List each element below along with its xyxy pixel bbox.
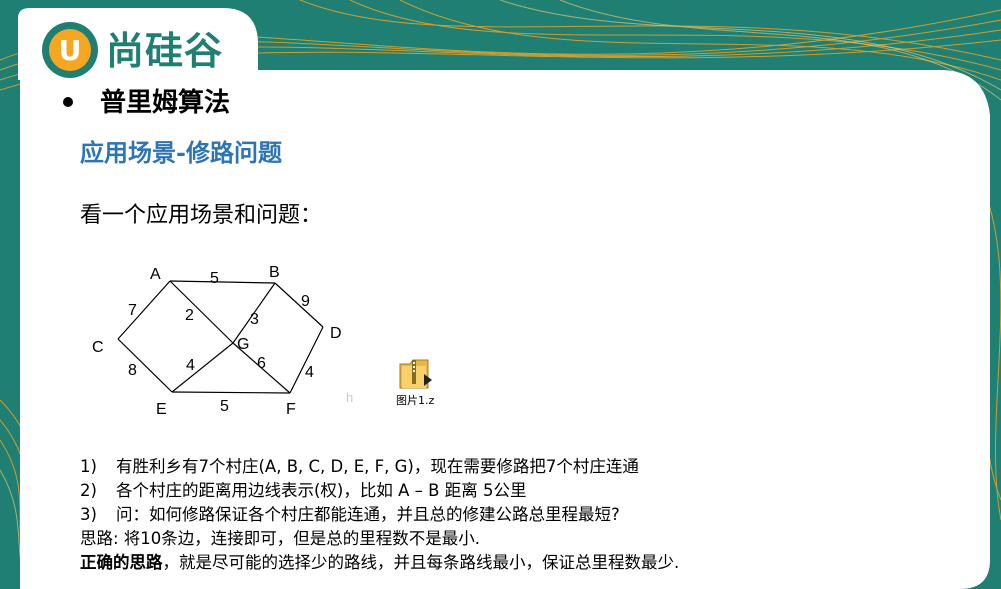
folder-zip-icon[interactable] [398,356,434,390]
logo-text: 尚硅谷 [106,29,224,73]
list-item-number: 3) [80,505,97,524]
list-item-number: 2) [80,481,97,500]
vertex-e: E [156,401,167,418]
list-item-text: 各个村庄的距离用边线表示(权)，比如 A – B 距离 5公里 [116,481,527,500]
bullet-dot [63,97,73,107]
file-label[interactable]: 图片1.z [396,392,434,408]
conclusion-rest: ，就是尽可能的选择少的路线，并且每条路线最小，保证总里程数最少. [162,553,680,572]
edge-a-g [169,280,234,344]
weight-e-f: 5 [220,398,229,415]
weight-b-g: 3 [250,311,259,328]
list-item-text: 有胜利乡有7个村庄(A, B, C, D, E, F, G)，现在需要修路把7个… [116,457,639,476]
page-title: 普里姆算法 [100,88,231,118]
village-graph: A B C D E F G 5 7 2 3 9 8 4 6 4 5 [92,264,342,418]
list-item: 3) 问：如何修路保证各个村庄都能连通，并且总的修建公路总里程最短? [80,503,900,527]
stray-character: h [346,390,354,405]
section-subtitle: 应用场景-修路问题 [80,138,282,167]
list-item-text: 问：如何修路保证各个村庄都能连通，并且总的修建公路总里程最短? [116,505,620,524]
weight-g-f: 6 [257,355,266,372]
vertex-g: G [237,336,249,353]
logo-badge-icon: U [42,22,98,78]
list-item: 2) 各个村庄的距离用边线表示(权)，比如 A – B 距离 5公里 [80,479,900,503]
weight-d-f: 4 [305,364,314,381]
edge-d-f [289,326,324,394]
edge-e-f [171,391,291,394]
weight-b-d: 9 [301,293,310,310]
idea-text: 思路: 将10条边，连接即可，但是总的里程数不是最小. [80,529,481,548]
logo: U 尚硅谷 [18,8,263,80]
vertex-c: C [92,339,104,356]
list-item-number: 1) [80,457,97,476]
vertex-f: F [286,401,296,418]
edge-e-g [171,342,234,393]
edge-a-b [169,280,276,284]
edge-b-d [274,282,324,328]
weight-a-g: 2 [185,307,194,324]
vertex-b: B [269,264,280,281]
edge-a-c [117,280,171,340]
edge-c-e [117,338,173,393]
intro-text: 看一个应用场景和问题： [80,203,323,228]
conclusion-bold: 正确的思路 [80,553,163,572]
weight-a-b: 5 [210,270,219,287]
conclusion: 正确的思路，就是尽可能的选择少的路线，并且每条路线最小，保证总里程数最少. [80,551,900,575]
problem-list: 1) 有胜利乡有7个村庄(A, B, C, D, E, F, G)，现在需要修路把… [80,455,900,575]
vertex-a: A [150,266,161,283]
list-item: 1) 有胜利乡有7个村庄(A, B, C, D, E, F, G)，现在需要修路把… [80,455,900,479]
weight-a-c: 7 [128,302,137,319]
weight-c-e: 8 [128,362,137,379]
slide: U 尚硅谷 普里姆算法 应用场景-修路问题 看一个应用场景和问题： A B C … [0,0,1001,589]
vertex-d: D [330,325,342,342]
weight-e-g: 4 [186,357,195,374]
logo-badge-letter: U [59,34,82,67]
